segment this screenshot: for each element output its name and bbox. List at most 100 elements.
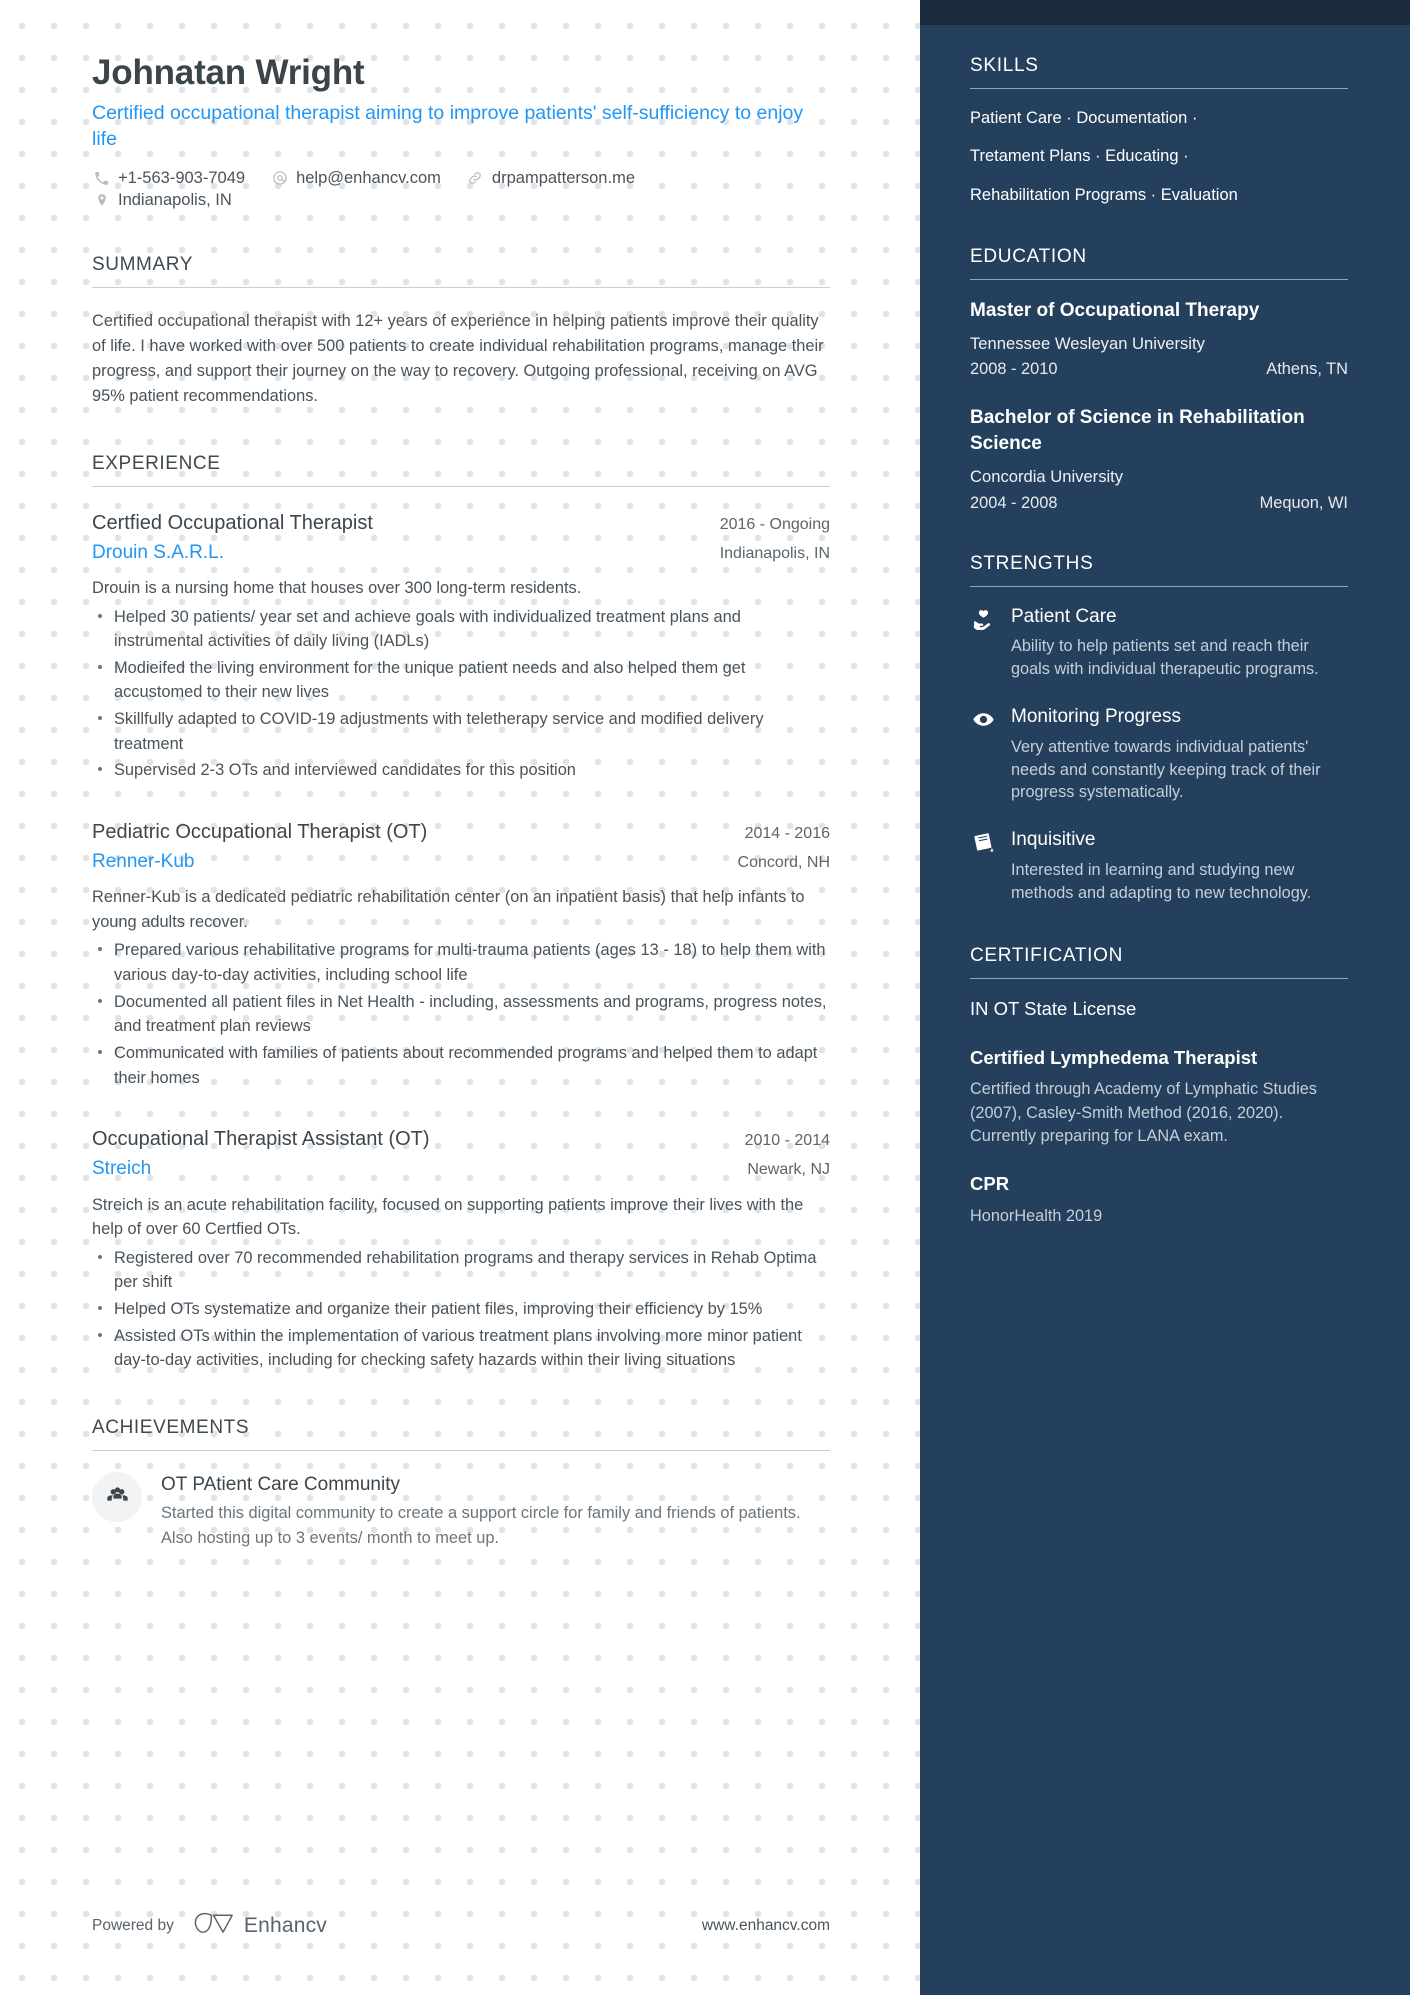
section-achievements: ACHIEVEMENTS OT PAtient Care Community S… — [92, 1417, 830, 1551]
job-dates: 2016 - Ongoing — [719, 515, 830, 533]
education-dates: 2008 - 2010 — [970, 360, 1058, 379]
hand-holding-heart-icon — [970, 605, 996, 631]
achievements-heading: ACHIEVEMENTS — [92, 1416, 250, 1438]
certification-item: IN OT State License — [970, 997, 1348, 1022]
skills-line: Tretament Plans · Educating · — [970, 147, 1189, 166]
job-bullet: Documented all patient files in Net Heal… — [92, 990, 830, 1039]
professional-headline: Certified occupational therapist aiming … — [92, 102, 804, 151]
footer: Powered by Enhancv www.enhancv.com — [92, 1911, 830, 1941]
phone-icon — [92, 171, 111, 186]
job-bullet: Registered over 70 recommended rehabilit… — [92, 1246, 830, 1295]
sidebar-topbar — [920, 0, 1410, 25]
job-title: Occupational Therapist Assistant (OT) — [92, 1128, 430, 1151]
certification-item: CPR HonorHealth 2019 — [970, 1172, 1348, 1228]
contact-row: +1-563-903-7049 help@enhancv.com drpampa… — [92, 169, 830, 188]
divider — [970, 88, 1348, 89]
job-company[interactable]: Streich — [92, 1154, 151, 1183]
job-bullets: Registered over 70 recommended rehabilit… — [92, 1246, 830, 1373]
contact-website-value: drpampatterson.me — [491, 168, 635, 187]
strength-item: Patient Care Ability to help patients se… — [970, 605, 1348, 681]
footer-url[interactable]: www.enhancv.com — [702, 1917, 830, 1935]
job-description: Renner-Kub is a dedicated pediatric reha… — [92, 888, 805, 931]
strength-title: Patient Care — [1011, 605, 1117, 627]
education-item: Bachelor of Science in Rehabilitation Sc… — [970, 405, 1348, 512]
strength-item: Monitoring Progress Very attentive towar… — [970, 705, 1348, 804]
summary-text: Certified occupational therapist with 12… — [92, 311, 824, 405]
achievement-title: OT PAtient Care Community — [161, 1473, 400, 1495]
experience-heading: EXPERIENCE — [92, 452, 221, 474]
education-item: Master of Occupational Therapy Tennessee… — [970, 298, 1348, 380]
section-education: EDUCATION Master of Occupational Therapy… — [970, 246, 1348, 513]
strength-description: Interested in learning and studying new … — [1011, 860, 1312, 902]
certification-name: IN OT State License — [970, 997, 1137, 1019]
map-pin-icon — [92, 193, 111, 207]
page-title: Johnatan Wright — [92, 53, 365, 92]
strengths-heading: STRENGTHS — [970, 552, 1094, 574]
experience-item: Certfied Occupational Therapist 2016 - O… — [92, 508, 830, 783]
sidebar: SKILLS Patient Care · Documentation · Tr… — [920, 0, 1410, 1995]
experience-item: Pediatric Occupational Therapist (OT) 20… — [92, 817, 830, 1090]
job-company[interactable]: Renner-Kub — [92, 847, 194, 876]
enhancv-logo-icon — [192, 1911, 234, 1941]
job-location: Concord, NH — [737, 853, 830, 871]
book-icon — [970, 828, 996, 854]
achievement-item: OT PAtient Care Community Started this d… — [92, 1471, 830, 1551]
education-degree: Bachelor of Science in Rehabilitation Sc… — [970, 407, 1305, 454]
skills-line: Patient Care · Documentation · — [970, 109, 1198, 127]
skills-heading: SKILLS — [970, 55, 1039, 76]
section-skills: SKILLS Patient Care · Documentation · Tr… — [970, 55, 1348, 206]
divider — [92, 286, 830, 288]
divider — [92, 1449, 830, 1451]
contact-website[interactable]: drpampatterson.me — [466, 169, 635, 188]
job-dates: 2010 - 2014 — [744, 1132, 830, 1150]
education-heading: EDUCATION — [970, 245, 1087, 267]
contact-email[interactable]: help@enhancv.com — [270, 169, 441, 188]
strength-description: Very attentive towards individual patien… — [1011, 737, 1321, 802]
divider — [92, 485, 830, 487]
email-icon — [270, 170, 289, 186]
skills-line: Rehabilitation Programs · Evaluation — [970, 185, 1238, 204]
people-group-icon — [92, 1471, 142, 1522]
job-bullets: Prepared various rehabilitative programs… — [92, 938, 830, 1090]
strength-description: Ability to help patients set and reach t… — [1011, 637, 1319, 679]
section-experience: EXPERIENCE Certfied Occupational Therapi… — [92, 453, 830, 1373]
job-title: Pediatric Occupational Therapist (OT) — [92, 820, 428, 843]
job-bullet: Communicated with families of patients a… — [92, 1041, 830, 1090]
job-dates: 2014 - 2016 — [744, 824, 830, 842]
job-company[interactable]: Drouin S.A.R.L. — [92, 538, 224, 567]
link-icon — [466, 170, 485, 186]
job-bullet: Helped OTs systematize and organize thei… — [92, 1297, 830, 1322]
certification-name: CPR — [970, 1172, 1010, 1194]
certification-heading: CERTIFICATION — [970, 944, 1124, 966]
contact-location: Indianapolis, IN — [92, 191, 232, 210]
strength-item: Inquisitive Interested in learning and s… — [970, 828, 1348, 904]
contact-location-value: Indianapolis, IN — [118, 190, 232, 209]
certification-item: Certified Lymphedema Therapist Certified… — [970, 1046, 1348, 1148]
certification-description: HonorHealth 2019 — [970, 1206, 1103, 1225]
achievement-description: Started this digital community to create… — [161, 1504, 801, 1548]
job-bullet: Supervised 2-3 OTs and interviewed candi… — [92, 758, 830, 783]
job-description: Drouin is a nursing home that houses ove… — [92, 578, 582, 597]
job-title: Certfied Occupational Therapist — [92, 511, 373, 534]
job-bullet: Helped 30 patients/ year set and achieve… — [92, 605, 830, 654]
experience-item: Occupational Therapist Assistant (OT) 20… — [92, 1124, 830, 1373]
job-location: Newark, NJ — [747, 1161, 830, 1179]
education-school: Tennessee Wesleyan University — [970, 334, 1205, 354]
certification-name: Certified Lymphedema Therapist — [970, 1046, 1258, 1068]
summary-heading: SUMMARY — [92, 253, 193, 275]
divider — [970, 977, 1348, 979]
divider — [970, 278, 1348, 280]
job-bullet: Skillfully adapted to COVID-19 adjustmen… — [92, 707, 830, 756]
contact-phone[interactable]: +1-563-903-7049 — [92, 169, 245, 188]
divider — [970, 585, 1348, 587]
job-location: Indianapolis, IN — [719, 544, 830, 562]
education-location: Mequon, WI — [1259, 493, 1348, 512]
section-certification: CERTIFICATION IN OT State License Certif… — [970, 945, 1348, 1228]
job-bullets: Helped 30 patients/ year set and achieve… — [92, 605, 830, 783]
eye-icon — [970, 705, 996, 731]
contact-phone-value: +1-563-903-7049 — [118, 168, 246, 187]
strength-title: Monitoring Progress — [1011, 705, 1182, 727]
job-description: Streich is an acute rehabilitation facil… — [92, 1195, 804, 1239]
section-strengths: STRENGTHS Patient Care Ability to help p… — [970, 553, 1348, 905]
section-summary: SUMMARY Certified occupational therapist… — [92, 254, 830, 409]
